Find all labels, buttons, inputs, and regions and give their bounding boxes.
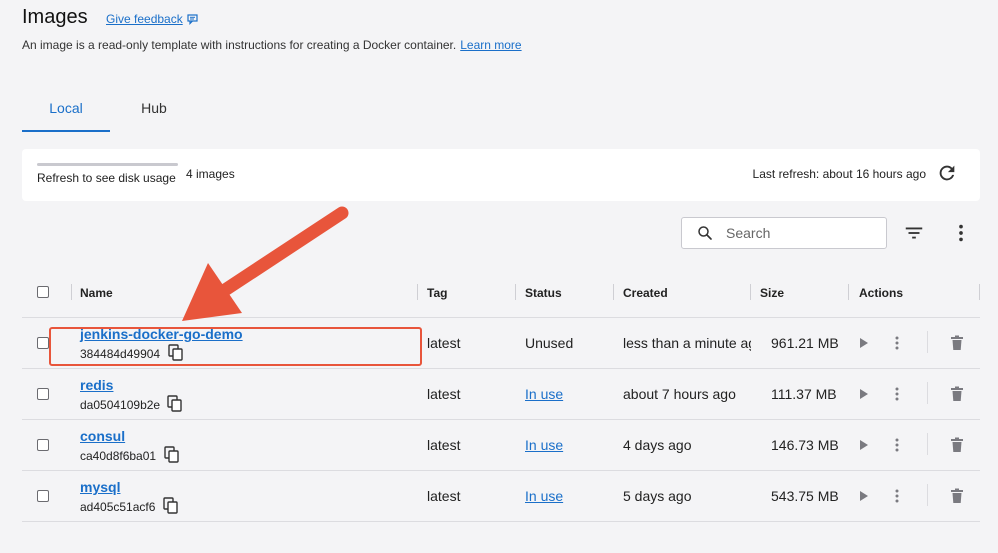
search-input[interactable] — [726, 225, 866, 241]
image-created: 5 days ago — [623, 488, 692, 504]
more-actions-icon[interactable] — [888, 385, 906, 403]
row-checkbox[interactable] — [37, 388, 49, 400]
image-tag: latest — [427, 335, 461, 351]
copy-icon[interactable] — [164, 446, 180, 464]
actions-divider — [927, 484, 928, 506]
tab-local[interactable]: Local — [22, 88, 110, 132]
image-id: ca40d8f6ba01 — [80, 449, 157, 463]
image-tabs: Local Hub — [22, 88, 198, 132]
image-count: 4 images — [186, 167, 235, 181]
column-header-size[interactable]: Size — [760, 286, 784, 300]
run-icon[interactable] — [854, 436, 872, 454]
delete-icon[interactable] — [948, 436, 966, 454]
column-header-status[interactable]: Status — [525, 286, 562, 300]
run-icon[interactable] — [854, 385, 872, 403]
image-size: 111.37 MB — [771, 386, 837, 402]
actions-divider — [927, 382, 928, 404]
more-vertical-icon[interactable] — [950, 222, 972, 244]
filter-icon[interactable] — [903, 222, 925, 244]
page-title: Images — [22, 6, 88, 28]
image-name-link[interactable]: jenkins-docker-go-demo — [80, 326, 243, 342]
description-text: An image is a read-only template with in… — [22, 38, 457, 52]
give-feedback-label[interactable]: Give feedback — [106, 12, 183, 26]
column-divider — [515, 284, 516, 300]
copy-icon[interactable] — [163, 497, 179, 515]
learn-more-link[interactable]: Learn more — [460, 38, 521, 52]
column-divider — [848, 284, 849, 300]
give-feedback-link[interactable]: Give feedback — [106, 12, 199, 26]
more-actions-icon[interactable] — [888, 487, 906, 505]
page-description: An image is a read-only template with in… — [22, 38, 522, 52]
run-icon[interactable] — [854, 487, 872, 505]
image-tag: latest — [427, 437, 461, 453]
image-created: less than a minute ago — [623, 335, 751, 351]
image-id: ad405c51acf6 — [80, 500, 156, 514]
image-size: 146.73 MB — [771, 437, 839, 453]
image-status-link[interactable]: In use — [525, 386, 563, 402]
row-checkbox[interactable] — [37, 490, 49, 502]
image-created: about 7 hours ago — [623, 386, 736, 402]
actions-divider — [927, 331, 928, 353]
copy-icon[interactable] — [167, 395, 183, 413]
image-name-link[interactable]: mysql — [80, 479, 120, 495]
table-row[interactable]: redis da0504109b2e latest In use about 7… — [22, 369, 980, 420]
refresh-icon[interactable] — [936, 162, 958, 184]
row-checkbox[interactable] — [37, 337, 49, 349]
image-tag: latest — [427, 488, 461, 504]
search-box[interactable] — [681, 217, 887, 249]
column-divider — [417, 284, 418, 300]
table-header: Name Tag Status Created Size Actions — [22, 270, 980, 318]
run-icon[interactable] — [854, 334, 872, 352]
more-actions-icon[interactable] — [888, 334, 906, 352]
column-header-name[interactable]: Name — [80, 286, 113, 300]
image-size: 543.75 MB — [771, 488, 839, 504]
tab-hub[interactable]: Hub — [110, 88, 198, 132]
delete-icon[interactable] — [948, 385, 966, 403]
disk-usage-card: Refresh to see disk usage 4 images Last … — [22, 149, 980, 201]
image-tag: latest — [427, 386, 461, 402]
search-icon — [698, 226, 712, 240]
column-header-actions: Actions — [859, 286, 904, 300]
image-name-link[interactable]: redis — [80, 377, 113, 393]
delete-icon[interactable] — [948, 334, 966, 352]
images-table: Name Tag Status Created Size Actions jen… — [22, 270, 980, 522]
column-divider — [613, 284, 614, 300]
image-created: 4 days ago — [623, 437, 692, 453]
row-checkbox[interactable] — [37, 439, 49, 451]
image-status-link[interactable]: In use — [525, 488, 563, 504]
image-id: 384484d49904 — [80, 347, 161, 361]
table-row[interactable]: consul ca40d8f6ba01 latest In use 4 days… — [22, 420, 980, 471]
table-row[interactable]: mysql ad405c51acf6 latest In use 5 days … — [22, 471, 980, 522]
column-header-created[interactable]: Created — [623, 286, 668, 300]
delete-icon[interactable] — [948, 487, 966, 505]
image-id: da0504109b2e — [80, 398, 161, 412]
feedback-icon — [187, 14, 198, 25]
column-divider — [71, 284, 72, 300]
actions-divider — [927, 433, 928, 455]
table-row[interactable]: jenkins-docker-go-demo 384484d49904 late… — [22, 318, 980, 369]
copy-icon[interactable] — [168, 344, 184, 362]
more-actions-icon[interactable] — [888, 436, 906, 454]
disk-usage-label: Refresh to see disk usage — [37, 171, 176, 185]
disk-usage-bar — [37, 163, 178, 166]
select-all-checkbox[interactable] — [37, 286, 49, 298]
image-name-link[interactable]: consul — [80, 428, 125, 444]
column-divider — [750, 284, 751, 300]
last-refresh-text: Last refresh: about 16 hours ago — [752, 167, 926, 181]
image-status-link[interactable]: In use — [525, 437, 563, 453]
image-status: Unused — [525, 335, 574, 351]
column-divider — [979, 284, 980, 300]
column-header-tag[interactable]: Tag — [427, 286, 447, 300]
image-size: 961.21 MB — [771, 335, 839, 351]
